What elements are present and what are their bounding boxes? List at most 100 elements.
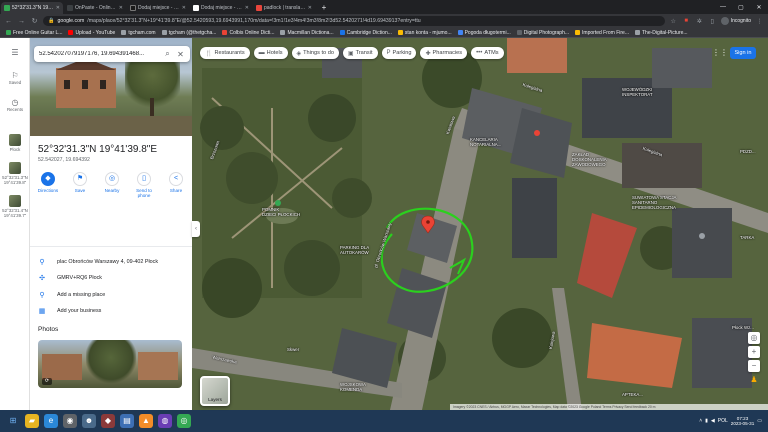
browser-tab[interactable]: Dodaj miejsce - Desolate Zone✕ xyxy=(127,2,189,14)
park-poi-icon xyxy=(275,200,281,206)
bookmark[interactable]: tgcham (@thetgcha... xyxy=(161,30,216,36)
folder-icon[interactable]: ▤ xyxy=(120,414,134,428)
alien-icon[interactable]: ☻ xyxy=(82,414,96,428)
close-icon[interactable]: ✕ xyxy=(176,50,185,59)
bookmark[interactable]: Imported From Fire... xyxy=(575,30,629,36)
star-icon[interactable]: ☆ xyxy=(669,18,678,25)
browser-tab[interactable]: Dodaj miejsce - Urbexy.pl - gdzie✕ xyxy=(190,2,252,14)
bookmark[interactable]: Digital Photograph... xyxy=(516,30,569,36)
search-icon[interactable]: ⌕ xyxy=(163,49,172,59)
recent-item[interactable]: 52°32'31.3"N 19°41'39.8" xyxy=(0,162,30,185)
bookmark[interactable]: tgcham.com xyxy=(121,30,156,36)
bookmark-label: Upload - YouTube xyxy=(75,29,116,36)
reload-icon[interactable]: ↻ xyxy=(30,17,39,25)
bookmark[interactable]: Free Online Guitar L... xyxy=(6,30,62,36)
sign-in-button[interactable]: Sign in xyxy=(730,47,756,59)
share-button[interactable]: < Share xyxy=(162,172,190,206)
bookmark[interactable]: stan konta - mjumo... xyxy=(397,30,452,36)
pluscode-row[interactable]: ✣ GMRV+RQ6 Płock xyxy=(38,274,102,282)
menu-button[interactable]: ☰ xyxy=(0,48,30,57)
nearby-button[interactable]: ◎ Nearby xyxy=(98,172,126,206)
puzzle-icon[interactable]: ✲ xyxy=(695,18,704,25)
browser-tab[interactable]: OnPaste - Online Screenshot and✕ xyxy=(64,2,126,14)
tray-arrow-icon[interactable]: ˄ xyxy=(699,418,702,424)
bookmark[interactable]: Macmillan Dictiona... xyxy=(280,30,334,36)
chip-transit[interactable]: ▣ Transit xyxy=(342,47,378,59)
maximize-icon[interactable]: ▢ xyxy=(732,4,750,11)
extension-icon[interactable]: ■ xyxy=(682,18,691,24)
chip-restaurants[interactable]: 🍴 Restaurants xyxy=(200,47,250,59)
chip-pharmacies[interactable]: ✚ Pharmacies xyxy=(420,47,468,59)
tab-close-icon[interactable]: ✕ xyxy=(56,5,60,11)
google-apps-icon[interactable]: ⋮⋮ xyxy=(712,47,728,59)
bookmark[interactable]: Cambridge Diction... xyxy=(339,30,392,36)
browser-tab[interactable]: 52°32'31.3"N 19°41'39.8"E - Goo✕ xyxy=(1,2,63,14)
chip-hotels[interactable]: ▬ Hotels xyxy=(253,47,288,59)
bookmark[interactable]: Upload - YouTube xyxy=(68,30,115,36)
new-tab-icon[interactable]: + xyxy=(318,2,330,14)
place-title: 52°32'31.3"N 19°41'39.8"E xyxy=(38,144,158,155)
menu-icon[interactable]: ⋮ xyxy=(755,18,764,25)
browser-tab[interactable]: padlock | translate English to Pol✕ xyxy=(253,2,315,14)
explorer-icon[interactable]: ▰ xyxy=(25,414,39,428)
add-missing-place-row[interactable]: ⚲ Add a missing place xyxy=(38,291,105,299)
clock[interactable]: 07:23 2023-05-31 xyxy=(731,416,755,427)
recent-item[interactable]: 52°32'31.4"N 19°41'39.7" xyxy=(0,195,30,218)
chrome-icon[interactable]: ◎ xyxy=(177,414,191,428)
tab-close-icon[interactable]: ✕ xyxy=(308,5,312,11)
language-indicator[interactable]: POL xyxy=(718,418,728,424)
recent-item[interactable]: Plock xyxy=(0,134,30,152)
search-input[interactable] xyxy=(39,51,159,57)
edge-icon[interactable]: e xyxy=(44,414,58,428)
bookmark[interactable]: Colbis Online Dicti... xyxy=(222,30,274,36)
pegman-icon[interactable]: ♟ xyxy=(748,374,760,386)
volume-icon[interactable]: ◀ xyxy=(711,418,715,424)
poi-label: TARKA xyxy=(740,235,755,240)
minimize-icon[interactable]: — xyxy=(714,4,732,10)
forward-icon[interactable]: → xyxy=(17,18,26,25)
directions-label: Directions xyxy=(37,188,59,193)
vlc-icon[interactable]: ▲ xyxy=(139,414,153,428)
send-to-phone-button[interactable]: ▯ Send to phone xyxy=(130,172,158,206)
zoom-out-button[interactable]: − xyxy=(748,360,760,372)
photo-card[interactable]: ⟳ xyxy=(38,340,182,388)
poi-label: PDZD... xyxy=(740,149,756,154)
directions-button[interactable]: ◆ Directions xyxy=(34,172,62,206)
hero-ground xyxy=(30,116,192,136)
chip-label: Restaurants xyxy=(214,50,245,56)
gimp-icon[interactable]: ◉ xyxy=(63,414,77,428)
chip-atms[interactable]: ••• ATMs xyxy=(471,47,504,59)
satellite-map[interactable]: Kolegialna Kolegialna KANCELARIA NOTARIA… xyxy=(192,38,768,410)
map-attribution: Imagery ©2023 CNES / Airbus, MGGP Aero, … xyxy=(450,404,768,410)
place-coordinates: 52.542027, 19.694392 xyxy=(38,157,90,163)
poi-icon xyxy=(534,130,540,136)
chip-label: Parking xyxy=(392,50,412,56)
tab-close-icon[interactable]: ✕ xyxy=(182,5,186,11)
incognito-badge[interactable]: Incognito xyxy=(720,17,751,25)
notifications-icon[interactable]: ▭ xyxy=(757,418,762,424)
tree-canopy xyxy=(308,94,356,142)
close-window-icon[interactable]: ✕ xyxy=(750,4,768,11)
sidepanel-icon[interactable]: ▯ xyxy=(708,18,717,25)
tab-close-icon[interactable]: ✕ xyxy=(119,5,123,11)
chip-things-to-do[interactable]: ◈ Things to do xyxy=(291,47,339,59)
network-icon[interactable]: ▮ xyxy=(705,418,708,424)
add-business-row[interactable]: ▦ Add your business xyxy=(38,307,102,315)
address-bar[interactable]: 🔒 google.com/maps/place/52°32'31.3"N+19°… xyxy=(43,16,665,26)
collapse-panel-button[interactable]: ‹ xyxy=(192,221,200,237)
recents-button[interactable]: ◷ Recents xyxy=(0,98,30,112)
locate-me-icon[interactable]: ◎ xyxy=(748,332,760,344)
save-button[interactable]: ⚑ Save xyxy=(66,172,94,206)
zoom-in-button[interactable]: + xyxy=(748,346,760,358)
start-icon[interactable]: ⊞ xyxy=(6,414,20,428)
bookmark[interactable]: The-Digital-Picture... xyxy=(635,30,688,36)
address-row[interactable]: ⚲ plac Obrońców Warszawy 4, 09-402 Płock xyxy=(38,258,158,266)
saved-button[interactable]: ⚐ Saved xyxy=(0,71,30,85)
paint-icon[interactable]: ◍ xyxy=(158,414,172,428)
back-icon[interactable]: ← xyxy=(4,18,13,25)
layers-button[interactable]: Layers xyxy=(200,376,230,406)
tab-close-icon[interactable]: ✕ xyxy=(245,5,249,11)
media-icon[interactable]: ◆ xyxy=(101,414,115,428)
bookmark[interactable]: Pogoda długotermi... xyxy=(457,30,511,36)
chip-parking[interactable]: P Parking xyxy=(381,47,417,59)
